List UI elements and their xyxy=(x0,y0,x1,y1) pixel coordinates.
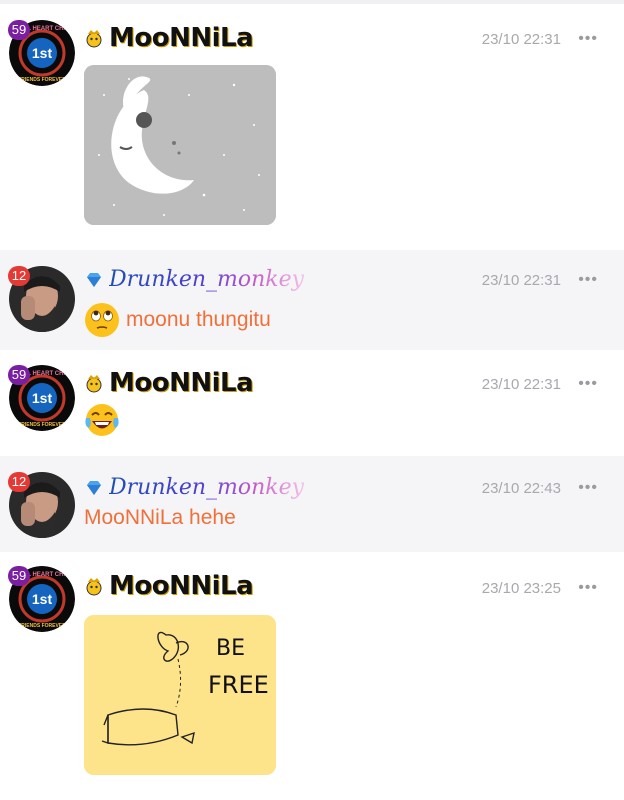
level-badge: 59 xyxy=(8,566,30,586)
chat-message: 12 Drunken_monkey 23/10 22:43 ••• MooNNi… xyxy=(0,456,624,552)
timestamp: 23/10 22:31 xyxy=(481,31,561,48)
logo-center-text: 1st xyxy=(32,45,53,61)
timestamp: 23/10 23:25 xyxy=(481,580,561,597)
username: MooNNiLa xyxy=(109,368,254,398)
more-options-button[interactable]: ••• xyxy=(578,271,598,289)
eye-roll-emoji-icon xyxy=(85,303,119,337)
image-text-be: BE xyxy=(216,636,245,661)
timestamp: 23/10 22:31 xyxy=(481,376,561,393)
crown-face-icon xyxy=(86,30,102,48)
timestamp: 23/10 22:43 xyxy=(481,480,561,497)
chat-message: 12 Drunken_monkey 23/10 22:31 ••• moonu … xyxy=(0,250,624,350)
logo-ring-bottom-text: FRIENDS FOREVER xyxy=(18,77,66,83)
username: Drunken_monkey xyxy=(109,475,305,500)
diamond-icon xyxy=(87,480,101,495)
level-badge: 12 xyxy=(8,472,30,492)
logo-center-text: 1st xyxy=(32,390,53,406)
username: MooNNiLa xyxy=(109,23,254,53)
image-text-free: FREE xyxy=(208,671,269,699)
more-options-button[interactable]: ••• xyxy=(578,30,598,48)
chat-message: 1st TAMIL HEART CHAT FRIENDS FOREVER 59 … xyxy=(0,552,624,800)
laughing-tears-emoji-icon xyxy=(85,404,119,436)
level-badge: 59 xyxy=(8,365,30,385)
username-row[interactable]: Drunken_monkey xyxy=(84,267,304,292)
timestamp: 23/10 22:31 xyxy=(481,272,561,289)
logo-center-text: 1st xyxy=(32,591,53,607)
message-text-row: moonu thungitu xyxy=(84,302,271,338)
username-row[interactable]: MooNNiLa xyxy=(84,571,254,601)
chat-feed: 1st TAMIL HEART CHAT FRIENDS FOREVER 59 … xyxy=(0,0,624,800)
moon-illustration xyxy=(84,65,276,225)
username-row[interactable]: MooNNiLa xyxy=(84,368,254,398)
chat-message: 1st TAMIL HEART CHAT FRIENDS FOREVER 59 … xyxy=(0,4,624,250)
message-text-row: MooNNiLa hehe xyxy=(84,506,236,530)
crown-face-icon xyxy=(86,578,102,596)
be-free-illustration: BE FREE xyxy=(84,615,276,775)
username-row[interactable]: MooNNiLa xyxy=(84,23,254,53)
message-text: MooNNiLa hehe xyxy=(84,506,236,529)
message-text: moonu thungitu xyxy=(126,308,271,331)
username: MooNNiLa xyxy=(109,571,254,601)
logo-ring-bottom-text: FRIENDS FOREVER xyxy=(18,623,66,629)
more-options-button[interactable]: ••• xyxy=(578,579,598,597)
moon-sleeping-image[interactable] xyxy=(84,65,276,225)
chat-message: 1st TAMIL HEART CHAT FRIENDS FOREVER 59 … xyxy=(0,350,624,456)
crown-face-icon xyxy=(86,375,102,393)
level-badge: 12 xyxy=(8,266,30,286)
username: Drunken_monkey xyxy=(109,267,305,292)
level-badge: 59 xyxy=(8,20,30,40)
logo-ring-bottom-text: FRIENDS FOREVER xyxy=(18,422,66,428)
be-free-butterfly-image[interactable]: BE FREE xyxy=(84,615,276,775)
username-row[interactable]: Drunken_monkey xyxy=(84,475,304,500)
more-options-button[interactable]: ••• xyxy=(578,479,598,497)
more-options-button[interactable]: ••• xyxy=(578,375,598,393)
diamond-icon xyxy=(87,272,101,287)
